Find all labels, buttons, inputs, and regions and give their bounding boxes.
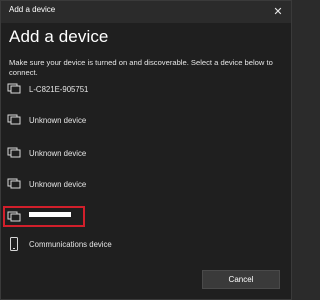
device-item[interactable]: L-C821E-905751: [7, 80, 283, 98]
cancel-button[interactable]: Cancel: [202, 270, 280, 289]
add-device-dialog: Add a device ✕ Add a device Make sure yo…: [0, 0, 292, 300]
display-icon: [7, 83, 21, 94]
device-label: Unknown device: [29, 148, 87, 158]
display-icon: [7, 114, 21, 125]
device-label: Unknown device: [29, 179, 87, 189]
device-label: Unknown device: [29, 115, 87, 125]
display-icon: [7, 211, 21, 222]
page-title: Add a device: [9, 27, 109, 46]
instructions-text: Make sure your device is turned on and d…: [9, 58, 273, 77]
title-bar: Add a device ✕: [1, 1, 291, 23]
phone-icon: [10, 237, 18, 251]
redacted-label: [29, 211, 71, 217]
display-icon: [7, 178, 21, 189]
device-item-redacted[interactable]: [7, 208, 283, 226]
display-icon: [7, 147, 21, 158]
device-item[interactable]: Unknown device: [7, 144, 283, 162]
device-item[interactable]: Unknown device: [7, 175, 283, 193]
device-label: L-C821E-905751: [29, 84, 89, 94]
window-title: Add a device: [9, 5, 56, 14]
close-icon[interactable]: ✕: [269, 3, 287, 21]
device-item[interactable]: Communications device: [7, 235, 283, 253]
device-item[interactable]: Unknown device: [7, 111, 283, 129]
device-label: Communications device: [29, 239, 112, 249]
